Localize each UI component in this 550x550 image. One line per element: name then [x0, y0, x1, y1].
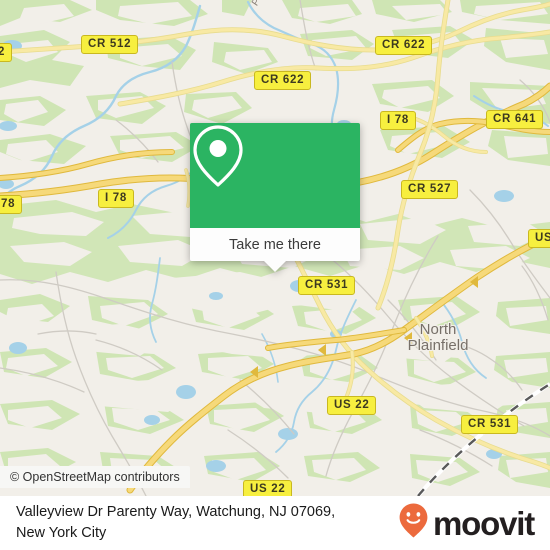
shield-i-78-right[interactable]: I 78	[380, 111, 416, 130]
shield-cr-531-bottom[interactable]: CR 531	[461, 415, 519, 434]
card-footer: Valleyview Dr Parenty Way, Watchung, NJ …	[0, 496, 550, 550]
popup-image-area	[190, 123, 360, 228]
shield-cr-531-mid[interactable]: CR 531	[298, 276, 356, 295]
shield-us-22-bottom[interactable]: US 22	[243, 480, 293, 496]
shield-cr-527[interactable]: CR 527	[401, 180, 459, 199]
moovit-map-card: North Plainfield Passaic CR 512 CR 622 C…	[0, 0, 550, 550]
moovit-logo[interactable]: moovit	[398, 502, 535, 544]
map-canvas[interactable]: North Plainfield Passaic CR 512 CR 622 C…	[0, 0, 550, 496]
take-me-there-label: Take me there	[229, 236, 321, 253]
shield-i-78-left[interactable]: 78	[0, 195, 23, 214]
address-text: Valleyview Dr Parenty Way, Watchung, NJ …	[16, 504, 336, 541]
moovit-pin-icon	[398, 502, 429, 544]
shield-i-78-mid[interactable]: I 78	[98, 189, 134, 208]
shield-us-22-right[interactable]: US	[528, 229, 550, 248]
shield-cr-left-edge[interactable]: 2	[0, 43, 13, 62]
osm-attribution[interactable]: © OpenStreetMap contributors	[0, 466, 190, 488]
shield-cr-622-mid[interactable]: CR 622	[254, 71, 312, 90]
shield-cr-622-top[interactable]: CR 622	[375, 36, 433, 55]
popup-tail	[264, 261, 286, 272]
popup-footer[interactable]: Take me there	[190, 228, 360, 272]
shield-us-22-mid[interactable]: US 22	[327, 396, 377, 415]
moovit-wordmark: moovit	[433, 504, 535, 542]
shield-cr-641[interactable]: CR 641	[486, 110, 544, 129]
take-me-there-popup[interactable]: Take me there	[190, 123, 360, 272]
shield-cr-512[interactable]: CR 512	[81, 35, 139, 54]
